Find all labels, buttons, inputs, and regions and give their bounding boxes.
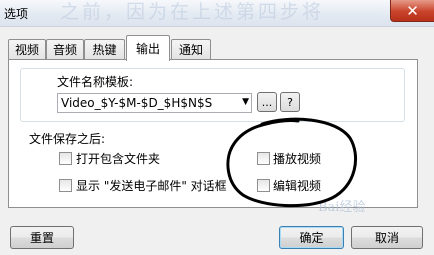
tab-output[interactable]: 输出 [126, 35, 170, 61]
tab-notify-label: 通知 [178, 43, 203, 57]
play-video-label[interactable]: 播放视频 [273, 150, 321, 167]
cancel-button[interactable]: 取消 [351, 226, 423, 249]
browse-button[interactable]: ... [257, 92, 277, 112]
tab-hotkeys[interactable]: 热键 [84, 39, 125, 59]
help-button-label: ? [287, 95, 293, 109]
show-email-dialog-label[interactable]: 显示 "发送电子邮件" 对话框 [76, 177, 227, 194]
open-folder-checkbox[interactable] [59, 152, 72, 165]
help-button[interactable]: ? [280, 92, 300, 112]
title-overlay-text: 之前，因为在上述第四步将 [60, 1, 325, 23]
file-name-template-select[interactable]: Video_$Y-$M-$D_$H$N$S ▼ [57, 93, 252, 113]
reset-button[interactable]: 重置 [10, 226, 74, 249]
file-name-template-value: Video_$Y-$M-$D_$H$N$S [61, 96, 213, 110]
title-bar[interactable]: 选项 之前，因为在上述第四步将 ✕ [0, 0, 434, 27]
reset-button-label: 重置 [29, 231, 54, 245]
tab-audio-label: 音频 [52, 43, 77, 57]
close-button[interactable]: ✕ [390, 0, 434, 22]
tab-hotkeys-label: 热键 [92, 43, 117, 57]
watermark-text: Bai经验 [318, 200, 366, 215]
ok-button[interactable]: 确定 [279, 226, 344, 249]
browse-button-label: ... [261, 95, 273, 109]
cancel-button-label: 取消 [374, 231, 399, 245]
open-folder-label[interactable]: 打开包含文件夹 [76, 150, 160, 167]
tab-video-label: 视频 [14, 43, 39, 57]
tab-notify[interactable]: 通知 [171, 39, 211, 59]
file-name-template-label: 文件名称模板: [57, 75, 134, 89]
tab-audio[interactable]: 音频 [46, 39, 84, 59]
show-email-dialog-checkbox[interactable] [59, 179, 72, 192]
play-video-checkbox[interactable] [257, 152, 270, 165]
tab-video[interactable]: 视频 [8, 39, 46, 59]
ok-button-label: 确定 [299, 231, 324, 245]
after-save-label: 文件保存之后: [29, 132, 106, 146]
chevron-down-icon: ▼ [242, 97, 249, 107]
close-icon: ✕ [406, 1, 419, 20]
edit-video-checkbox[interactable] [257, 179, 270, 192]
window-title: 选项 [4, 7, 29, 21]
edit-video-label[interactable]: 编辑视频 [273, 177, 321, 194]
options-dialog: 选项 之前，因为在上述第四步将 ✕ 视频 音频 热键 输出 通知 文件名称模板:… [0, 0, 434, 255]
tab-output-label: 输出 [135, 42, 160, 56]
